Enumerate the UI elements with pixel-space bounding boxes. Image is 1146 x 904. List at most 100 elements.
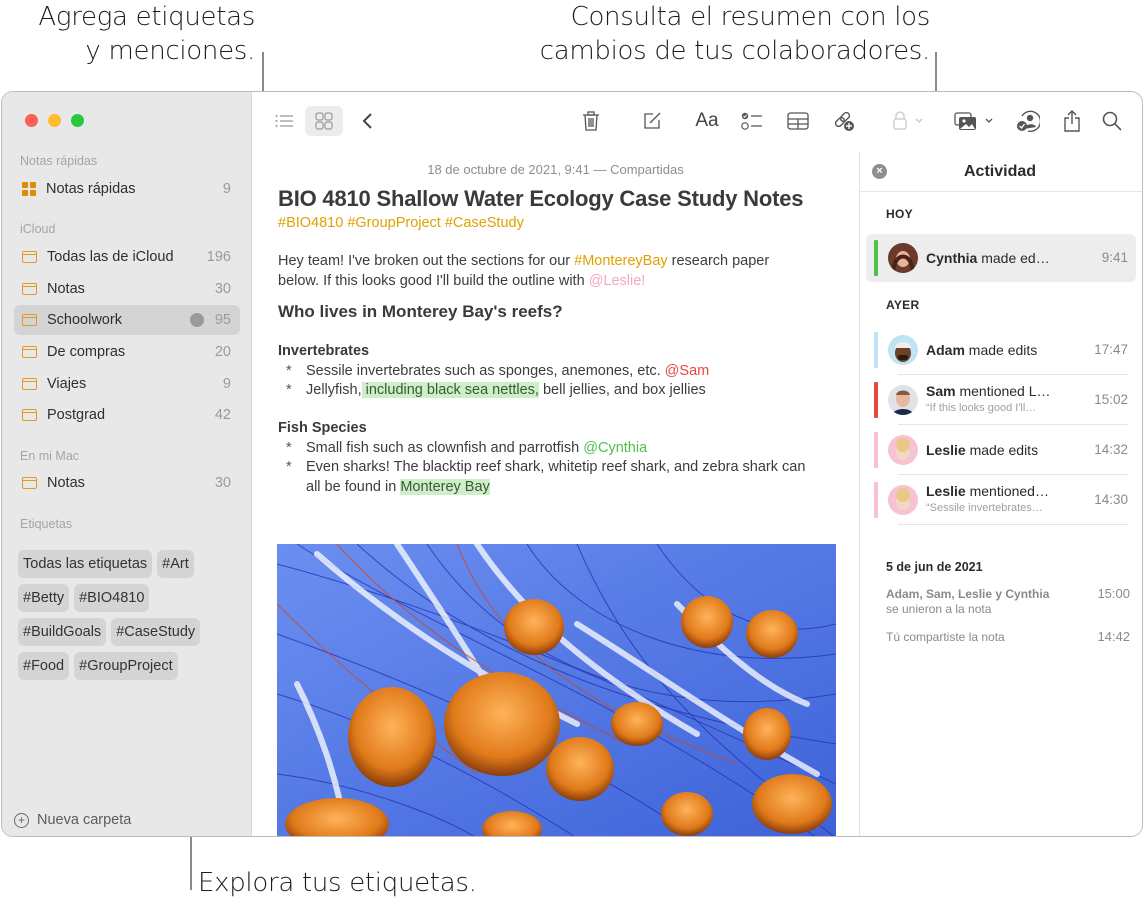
compose-icon[interactable] (641, 106, 663, 136)
tag-art[interactable]: #Art (157, 550, 194, 578)
media-icon[interactable] (953, 106, 997, 136)
activity-time: 14:32 (1094, 442, 1128, 457)
notes-window: Notas rápidas Notas rápidas 9 iCloud Tod… (1, 91, 1143, 837)
note-date: 18 de octubre de 2021, 9:41 — Compartida… (427, 162, 684, 177)
zoom-button[interactable] (71, 114, 84, 127)
divider (898, 524, 1128, 525)
bullet-text: Sessile invertebrates such as sponges, a… (306, 363, 665, 379)
jellyfish-illustration (277, 544, 836, 836)
sidebar-item-schoolwork[interactable]: Schoolwork 95 (14, 305, 240, 335)
bullet-icon: * (286, 382, 292, 398)
activity-panel: × Actividad HOY Cynthia made ed… 9:41 AY… (859, 152, 1142, 836)
sidebar-item-postgrad[interactable]: Postgrad 42 (14, 400, 240, 430)
callout-line-2: y menciones. (85, 36, 255, 66)
trash-icon[interactable] (580, 106, 602, 136)
section-header: Notas rápidas (20, 154, 98, 168)
note-heading: Who lives in Monterey Bay's reefs? (278, 302, 563, 321)
quick-notes-icon (22, 182, 36, 196)
intro-text: below. If this looks good I'll build the… (278, 272, 589, 289)
list-view-icon[interactable] (272, 106, 296, 136)
tags-header: Etiquetas (20, 517, 73, 531)
bullet-text: Even sharks! The blacktip reef shark, wh… (306, 459, 806, 475)
inline-hashtag[interactable]: #MontereyBay (574, 253, 668, 269)
sidebar-item-viajes[interactable]: Viajes 9 (14, 369, 240, 399)
sidebar-item-label: Notas (47, 281, 85, 297)
section-header: En mi Mac (20, 449, 80, 463)
sidebar-item-quick-notes[interactable]: Notas rápidas 9 (14, 174, 240, 204)
callout-tags: Agrega etiquetas y menciones. (30, 0, 255, 68)
sidebar-item-mac-notas[interactable]: Notas 30 (14, 468, 240, 498)
collaborate-link-icon[interactable] (832, 106, 856, 136)
activity-action: made edits (965, 442, 1039, 458)
collaborator-color-bar (874, 332, 878, 368)
bullet-icon: * (286, 363, 292, 379)
collaborator-name: Adam (926, 342, 965, 358)
collaborator-name: Leslie (926, 442, 966, 458)
gallery-view-icon[interactable] (305, 106, 343, 136)
day-header-yesterday: AYER (886, 298, 920, 312)
sidebar-item-count: 9 (222, 376, 231, 392)
plus-circle-icon: + (14, 812, 29, 828)
day-header-today: HOY (886, 207, 913, 221)
divider (898, 374, 1128, 375)
activity-entry[interactable]: Sam mentioned L… “If this looks good I'l… (866, 376, 1136, 425)
sidebar-item-label: Viajes (47, 376, 87, 392)
tag-buildgoals[interactable]: #BuildGoals (18, 618, 107, 646)
new-folder-label: Nueva carpeta (37, 812, 132, 828)
note-hashtags[interactable]: #BIO4810 #GroupProject #CaseStudy (278, 215, 524, 231)
activity-snippet: “Sessile invertebrates… (926, 502, 1043, 514)
activity-time: 14:42 (1097, 629, 1130, 644)
collaborator-color-bar (874, 382, 878, 418)
jellyfish-image[interactable] (277, 544, 836, 836)
sidebar-item-all-icloud[interactable]: Todas las de iCloud 196 (14, 242, 240, 272)
lock-icon[interactable] (890, 106, 926, 136)
tag-bio4810[interactable]: #BIO4810 (74, 584, 150, 612)
list-item: * Jellyfish, including black sea nettles… (286, 381, 848, 401)
mention-sam[interactable]: @Sam (665, 363, 710, 379)
mention-leslie[interactable]: @Leslie! (589, 273, 646, 289)
sidebar-item-de-compras[interactable]: De compras 20 (14, 337, 240, 367)
activity-text: Leslie made edits (926, 442, 1038, 458)
activity-entry[interactable]: Adam made edits 17:47 (866, 326, 1136, 375)
bullet-icon: * (286, 440, 292, 456)
close-button[interactable] (25, 114, 38, 127)
sidebar-item-label: Postgrad (47, 407, 106, 423)
activity-entry[interactable]: Leslie mentioned… “Sessile invertebrates… (866, 476, 1136, 525)
sidebar-item-count: 20 (214, 344, 231, 360)
note-editor[interactable]: 18 de octubre de 2021, 9:41 — Compartida… (252, 152, 859, 836)
folder-icon (21, 346, 37, 358)
sidebar-item-notas[interactable]: Notas 30 (14, 274, 240, 304)
mention-cynthia[interactable]: @Cynthia (583, 440, 647, 456)
list-item: * Even sharks! The blacktip reef shark, … (286, 458, 848, 497)
close-activity-icon[interactable]: × (872, 164, 887, 179)
table-icon[interactable] (786, 106, 810, 136)
bullet-text: Small fish such as clownfish and parrotf… (306, 440, 584, 456)
activity-note-event: Adam, Sam, Leslie y Cynthia se unieron a… (886, 587, 1049, 617)
callout-activity: Consulta el resumen con los cambios de t… (500, 0, 931, 68)
activity-icon[interactable] (1015, 106, 1041, 136)
checklist-icon[interactable] (740, 106, 764, 136)
tag-betty[interactable]: #Betty (18, 584, 70, 612)
sidebar-item-count: 30 (214, 475, 231, 491)
minimize-button[interactable] (48, 114, 61, 127)
sidebar-item-count: 95 (214, 312, 231, 328)
tag-all[interactable]: Todas las etiquetas (18, 550, 153, 578)
avatar-leslie (888, 435, 918, 465)
tag-casestudy[interactable]: #CaseStudy (111, 618, 201, 646)
tag-food[interactable]: #Food (18, 652, 70, 680)
back-icon[interactable] (357, 106, 377, 136)
share-icon[interactable] (1061, 106, 1083, 136)
activity-entry[interactable]: Leslie made edits 14:32 (866, 426, 1136, 475)
note-title: BIO 4810 Shallow Water Ecology Case Stud… (278, 186, 804, 211)
format-icon[interactable]: Aa (694, 106, 720, 136)
collaborator-names: Adam, Sam, Leslie y Cynthia (886, 587, 1050, 601)
bullet-text: Jellyfish, (306, 382, 362, 398)
search-icon[interactable] (1101, 106, 1123, 136)
collaborator-name: Leslie (926, 483, 966, 499)
activity-entry[interactable]: Cynthia made ed… 9:41 (866, 234, 1136, 282)
divider (898, 474, 1128, 475)
new-folder-button[interactable]: + Nueva carpeta (14, 812, 131, 828)
tag-groupproject[interactable]: #GroupProject (74, 652, 178, 680)
sidebar-item-label: Notas rápidas (46, 181, 136, 197)
highlighted-edit: Monterey Bay (400, 478, 490, 495)
